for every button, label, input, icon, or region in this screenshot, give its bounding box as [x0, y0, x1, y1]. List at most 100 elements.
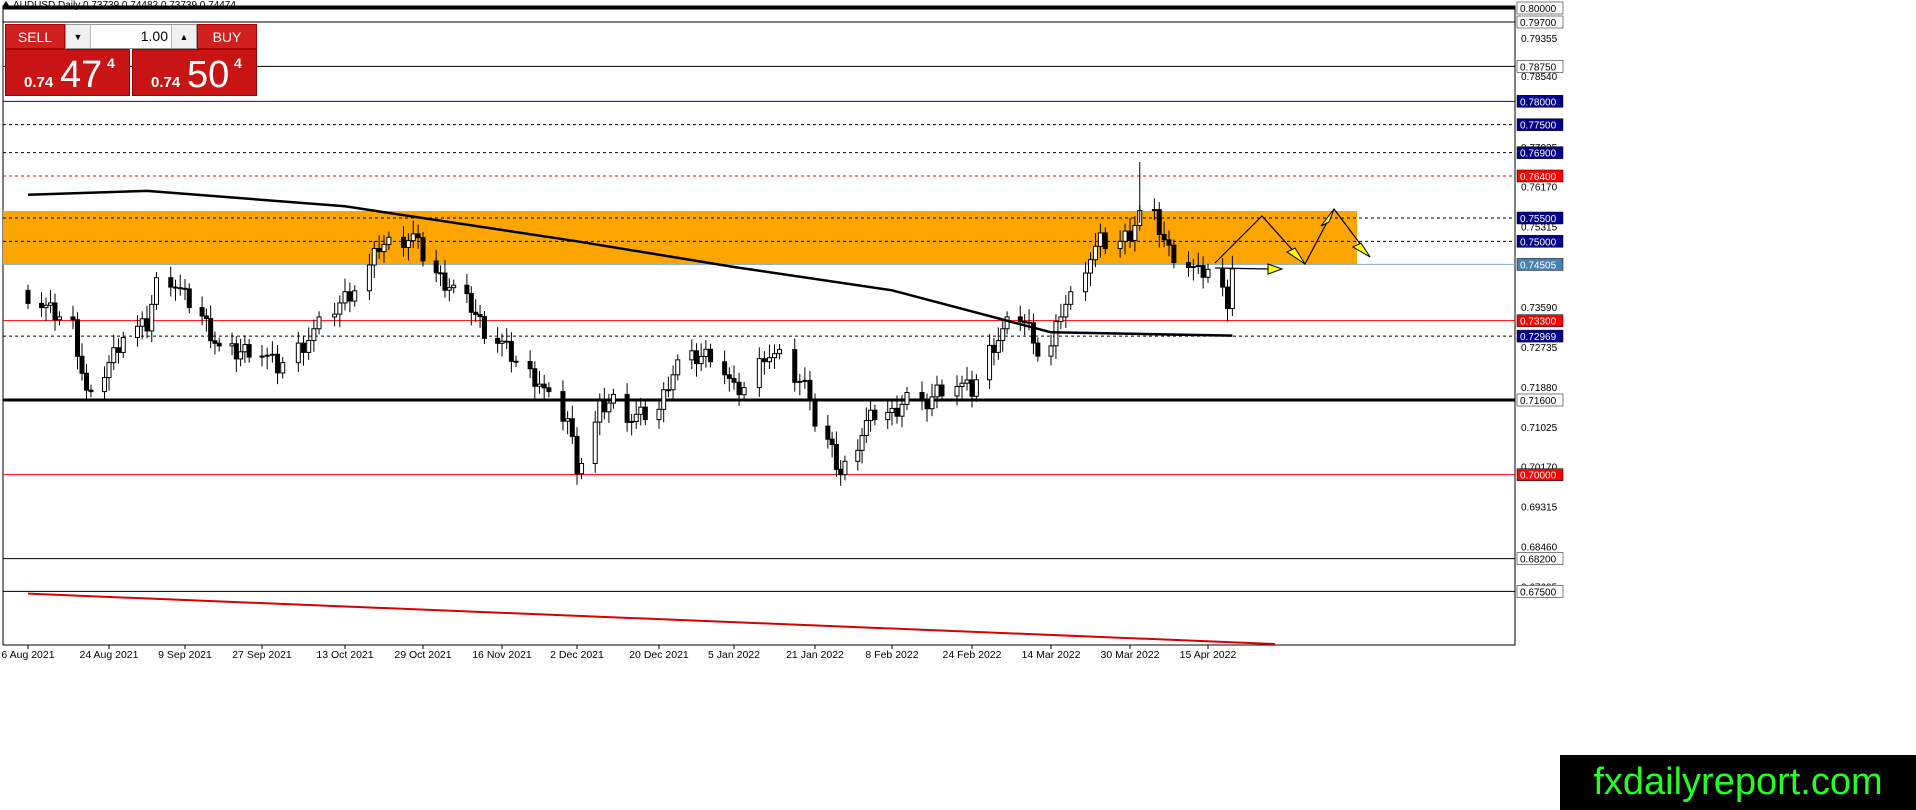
- bull-candle: [766, 357, 772, 363]
- bull-candle: [1122, 230, 1128, 242]
- sell-price-sup: 4: [107, 55, 115, 71]
- bull-candle: [863, 420, 869, 436]
- bull-candle: [777, 349, 783, 355]
- bear-candle: [88, 389, 94, 393]
- x-tick-label: 16 Nov 2021: [472, 649, 532, 661]
- bull-candle: [995, 340, 1001, 353]
- price-level-label: 0.70000: [1520, 471, 1557, 482]
- sell-price-box[interactable]: 0.74 47 4: [5, 49, 130, 96]
- bull-candle: [899, 403, 905, 417]
- collapse-triangle-icon[interactable]: [2, 1, 10, 7]
- bear-candle: [233, 343, 239, 360]
- lot-size-value[interactable]: 1.00: [90, 28, 172, 44]
- bull-candle: [311, 328, 317, 342]
- bear-candle: [1161, 233, 1167, 241]
- bear-candle: [433, 260, 439, 274]
- bull-candle: [842, 460, 848, 476]
- bull-candle: [386, 236, 392, 245]
- bear-candle: [401, 236, 406, 248]
- x-tick-label: 24 Aug 2021: [80, 649, 139, 661]
- bear-candle: [216, 342, 222, 347]
- bull-candle: [904, 392, 910, 405]
- bear-candle: [442, 272, 448, 291]
- plot-frame: [2, 5, 1516, 646]
- increase-lot-icon[interactable]: ▲: [171, 25, 196, 48]
- price-level-label: 0.74505: [1520, 260, 1557, 271]
- bear-candle: [894, 407, 900, 417]
- bull-candle: [1229, 268, 1235, 310]
- price-level-label: 0.71600: [1520, 396, 1557, 407]
- watermark-logo: fxdailyreport.com: [1560, 755, 1916, 810]
- bull-candle: [259, 355, 265, 358]
- sell-price-big: 47: [60, 54, 103, 96]
- bull-candle: [797, 380, 803, 383]
- bear-candle: [1156, 209, 1162, 235]
- bull-candle: [675, 359, 681, 376]
- bull-candle: [1195, 265, 1201, 268]
- bull-candle: [855, 449, 861, 462]
- bull-candle: [371, 247, 377, 266]
- bull-candle: [606, 402, 612, 413]
- bull-candle: [698, 355, 704, 365]
- bear-candle: [301, 342, 306, 353]
- bear-candle: [203, 315, 209, 320]
- bear-candle: [807, 379, 813, 400]
- bear-candle: [144, 318, 150, 332]
- price-level-label: 0.77500: [1520, 121, 1557, 132]
- bull-candle: [656, 408, 662, 421]
- y-tick-label: 0.68460: [1521, 543, 1558, 554]
- bull-candle: [859, 434, 865, 451]
- bear-candle: [275, 353, 281, 374]
- bull-candle: [959, 382, 965, 387]
- decrease-lot-icon[interactable]: ▼: [66, 25, 91, 48]
- sell-button[interactable]: SELL: [5, 24, 65, 49]
- bear-candle: [1035, 342, 1041, 357]
- bull-candle: [885, 411, 891, 421]
- bull-candle: [1058, 316, 1064, 323]
- bear-candle: [495, 337, 501, 344]
- bear-candle: [761, 358, 767, 363]
- bear-candle: [438, 272, 444, 275]
- price-level-label: 0.68200: [1520, 555, 1557, 566]
- x-tick-label: 9 Sep 2021: [158, 649, 212, 661]
- bear-candle: [991, 344, 997, 353]
- lot-size-input[interactable]: ▼ 1.00 ▲: [65, 24, 197, 49]
- bull-candle: [106, 362, 112, 379]
- bull-candle: [446, 287, 452, 291]
- price-level-label: 0.72969: [1520, 332, 1557, 343]
- bull-candle: [1190, 266, 1196, 269]
- bear-candle: [347, 291, 353, 302]
- bull-candle: [57, 316, 62, 321]
- bear-candle: [504, 340, 510, 343]
- price-level-label: 0.76400: [1520, 172, 1557, 183]
- bull-candle: [48, 302, 53, 306]
- bear-candle: [177, 287, 183, 290]
- bear-candle: [168, 277, 174, 288]
- price-level-label: 0.73300: [1520, 317, 1557, 328]
- bull-candle: [868, 409, 874, 422]
- bull-candle: [352, 290, 358, 302]
- bear-candle: [527, 361, 533, 370]
- buy-price-box[interactable]: 0.74 50 4: [132, 49, 257, 96]
- bull-candle: [111, 347, 117, 364]
- bull-candle: [410, 233, 416, 242]
- bear-candle: [75, 319, 80, 357]
- x-tick-label: 15 Apr 2022: [1180, 649, 1237, 661]
- y-tick-label: 0.78540: [1521, 72, 1558, 83]
- buy-button[interactable]: BUY: [197, 24, 257, 49]
- bear-candle: [694, 350, 699, 365]
- bull-candle: [661, 389, 667, 410]
- bull-candle: [565, 418, 571, 422]
- bear-candle: [1102, 232, 1108, 249]
- bull-candle: [264, 354, 270, 357]
- bear-candle: [924, 400, 930, 410]
- bull-candle: [954, 385, 960, 397]
- bull-candle: [1132, 224, 1138, 241]
- bear-candle: [642, 406, 648, 421]
- bear-candle: [1022, 321, 1028, 324]
- bear-candle: [969, 379, 975, 397]
- bull-candle: [269, 353, 275, 356]
- x-tick-label: 21 Jan 2022: [786, 649, 844, 661]
- bull-candle: [342, 291, 348, 304]
- bear-candle: [173, 286, 178, 289]
